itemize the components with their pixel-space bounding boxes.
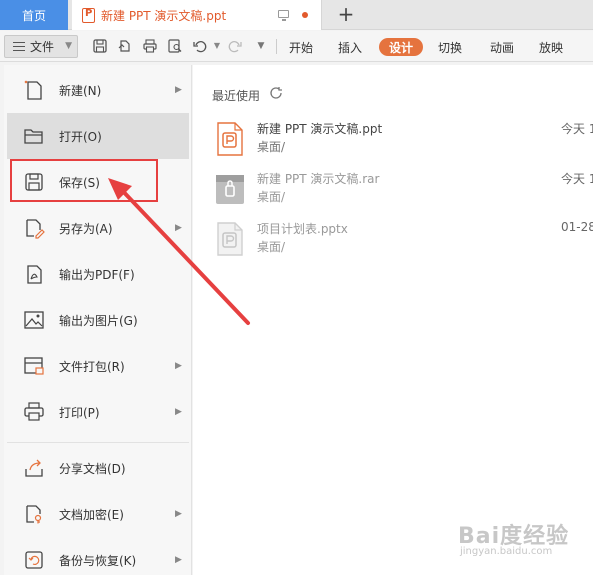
new-tab-button[interactable]: + (336, 2, 356, 26)
recent-file-path: 桌面/ (257, 140, 286, 154)
menu-label-encrypt: 文档加密(E) (59, 507, 124, 522)
print-preview-icon[interactable] (168, 39, 182, 53)
refresh-icon[interactable] (269, 86, 283, 100)
recent-files-panel: 最近使用 新建 PPT 演示文稿.ppt 桌面/ 今天 1 新建 PPT 演示文… (193, 65, 593, 575)
file-menu-label: 文件 (30, 40, 55, 54)
save-as-icon (26, 219, 45, 239)
baidu-watermark: Bai度经验 jingyan.baidu.com (448, 514, 588, 564)
tab-home[interactable]: 首页 (0, 0, 68, 30)
redo-icon[interactable] (228, 39, 242, 53)
recent-title: 最近使用 (212, 89, 261, 103)
ppt-file-icon (217, 122, 243, 156)
menu-item-export-image[interactable]: 输出为图片(G) (7, 297, 189, 343)
recent-file-path: 桌面/ (257, 240, 286, 254)
tab-home-ribbon[interactable]: 开始 (286, 38, 316, 56)
menu-label-export-pdf: 输出为PDF(F) (59, 267, 135, 282)
menu-label-new: 新建(N) (59, 83, 102, 98)
save-icon[interactable] (93, 39, 107, 53)
tab-design[interactable]: 设计 (379, 38, 423, 56)
customize-toolbar-icon[interactable]: ▼ (254, 39, 268, 53)
tab-animation[interactable]: 动画 (487, 38, 517, 56)
menu-item-export-pdf[interactable]: 输出为PDF(F) (7, 251, 189, 297)
new-document-icon (24, 80, 42, 100)
open-folder-icon (24, 129, 43, 144)
menu-label-share: 分享文档(D) (59, 461, 126, 476)
undo-dropdown-icon[interactable]: ▼ (210, 39, 224, 53)
ppt-file-icon (82, 7, 95, 23)
tab-document[interactable]: 新建 PPT 演示文稿.ppt (72, 0, 322, 30)
export-pdf-icon (27, 265, 42, 284)
rar-archive-icon (216, 175, 244, 204)
menu-item-open[interactable]: 打开(O) (7, 113, 189, 159)
monitor-icon[interactable] (278, 10, 289, 21)
print-icon[interactable] (143, 39, 157, 53)
pptx-file-icon (217, 222, 243, 256)
menu-item-share[interactable]: 分享文档(D) (7, 445, 189, 491)
menu-item-backup[interactable]: 备份与恢复(K) ▶ (7, 537, 189, 575)
save-highlight-box (10, 159, 158, 202)
menu-item-new[interactable]: 新建(N) ▶ (7, 67, 189, 113)
recent-file-row[interactable]: 新建 PPT 演示文稿.rar 桌面/ 今天 1 (215, 170, 593, 212)
export-image-icon (24, 311, 44, 329)
recent-file-path: 桌面/ (257, 190, 286, 204)
submenu-arrow-icon: ▶ (175, 407, 182, 417)
file-menu: 新建(N) ▶ 打开(O) 保存(S) 另存为(A) ▶ 输出为PDF(F) 输… (4, 65, 192, 575)
menu-item-save-as[interactable]: 另存为(A) ▶ (7, 205, 189, 251)
encrypt-icon (26, 505, 42, 524)
print-icon (24, 402, 44, 421)
undo-icon[interactable] (193, 39, 207, 53)
recent-file-name: 项目计划表.pptx (257, 222, 348, 236)
menu-label-backup: 备份与恢复(K) (59, 553, 137, 568)
menu-label-package: 文件打包(R) (59, 359, 125, 374)
tab-insert[interactable]: 插入 (335, 38, 365, 56)
output-icon[interactable] (118, 39, 132, 53)
tab-document-title: 新建 PPT 演示文稿.ppt (101, 8, 227, 23)
recent-file-time: 今天 1 (561, 172, 593, 186)
menu-label-print: 打印(P) (59, 405, 100, 420)
backup-icon (25, 551, 43, 569)
recent-file-name: 新建 PPT 演示文稿.rar (257, 172, 380, 186)
menu-item-package[interactable]: 文件打包(R) ▶ (7, 343, 189, 389)
submenu-arrow-icon: ▶ (175, 555, 182, 565)
submenu-arrow-icon: ▶ (175, 223, 182, 233)
chevron-down-icon: ▼ (65, 41, 72, 51)
recent-file-time: 今天 1 (561, 122, 593, 136)
menu-label-save-as: 另存为(A) (59, 221, 113, 236)
menu-item-print[interactable]: 打印(P) ▶ (7, 389, 189, 435)
submenu-arrow-icon: ▶ (175, 361, 182, 371)
tab-slideshow[interactable]: 放映 (536, 38, 566, 56)
toolbar: 文件 ▼ ▼ ▼ 开始 插入 设计 切换 动画 放映 (0, 31, 593, 62)
recent-file-name: 新建 PPT 演示文稿.ppt (257, 122, 383, 136)
recent-file-row[interactable]: 新建 PPT 演示文稿.ppt 桌面/ 今天 1 (215, 120, 593, 162)
hamburger-icon (13, 42, 25, 51)
toolbar-separator (276, 39, 277, 54)
recent-file-time: 01-28 (561, 220, 593, 234)
watermark-url: jingyan.baidu.com (460, 546, 553, 557)
tab-transition[interactable]: 切换 (435, 38, 465, 56)
menu-divider (7, 442, 189, 443)
share-icon (25, 459, 43, 477)
menu-label-open: 打开(O) (59, 129, 102, 144)
package-icon (24, 357, 44, 375)
recent-file-row[interactable]: 项目计划表.pptx 桌面/ 01-28 (215, 220, 593, 262)
submenu-arrow-icon: ▶ (175, 85, 182, 95)
menu-item-encrypt[interactable]: 文档加密(E) ▶ (7, 491, 189, 537)
submenu-arrow-icon: ▶ (175, 509, 182, 519)
menu-label-export-image: 输出为图片(G) (59, 313, 138, 328)
unsaved-dot-icon (302, 12, 308, 18)
file-menu-button[interactable]: 文件 ▼ (4, 35, 78, 58)
tab-bar: 首页 新建 PPT 演示文稿.ppt + (0, 0, 593, 30)
